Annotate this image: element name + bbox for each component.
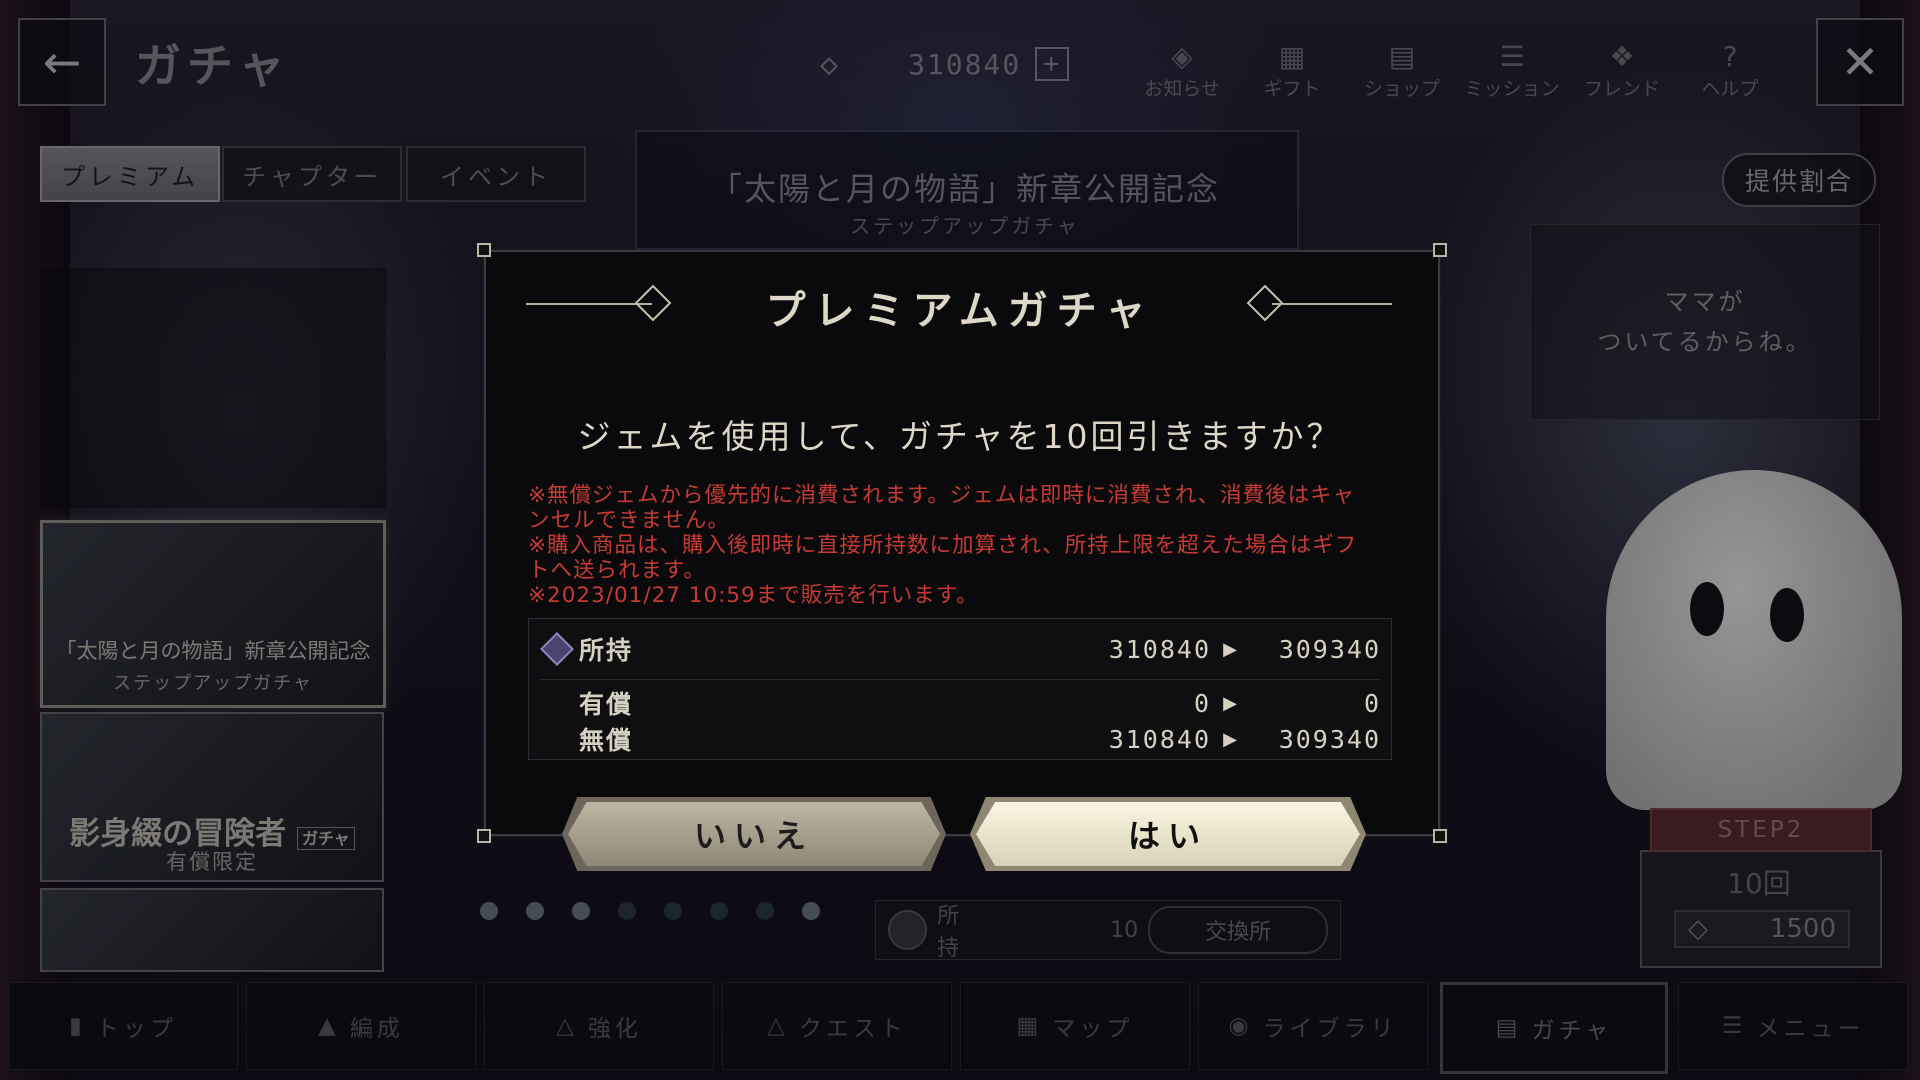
dialog-note: ※無償ジェムから優先的に消費されます。ジェムは即時に消費され、消費後はキャ [528,483,1356,508]
dialog-note: ※購入商品は、購入後即時に直接所持数に加算され、所持上限を超えた場合はギフ [528,533,1358,558]
dialog-note: トへ送られます。 [528,558,706,583]
gem-icon [540,632,574,666]
dialog-title: プレミアムガチャ [765,288,1155,334]
arrow-right-icon: ▶ [1223,728,1239,750]
divider [539,679,1381,680]
corner-ornament [477,829,491,843]
table-row: 有償 0 ▶ 0 [579,688,1381,720]
no-button[interactable]: いいえ [568,802,940,866]
corner-ornament [1433,243,1447,257]
arrow-right-icon: ▶ [1223,692,1239,714]
arrow-right-icon: ▶ [1223,638,1239,660]
table-row: 無償 310840 ▶ 309340 [579,724,1381,756]
table-row: 所持 310840 ▶ 309340 [529,629,1391,669]
gem-balance-table: 所持 310840 ▶ 309340 有償 0 ▶ 0 無償 310840 ▶ … [528,618,1392,760]
dialog-note: ※2023/01/27 10:59まで販売を行います。 [528,583,979,608]
dialog-question: ジェムを使用して、ガチャを10回引きますか？ [577,417,1343,456]
corner-ornament [1433,829,1447,843]
yes-button[interactable]: はい [976,802,1360,866]
corner-ornament [477,243,491,257]
dialog-note: ンセルできません。 [528,508,730,533]
